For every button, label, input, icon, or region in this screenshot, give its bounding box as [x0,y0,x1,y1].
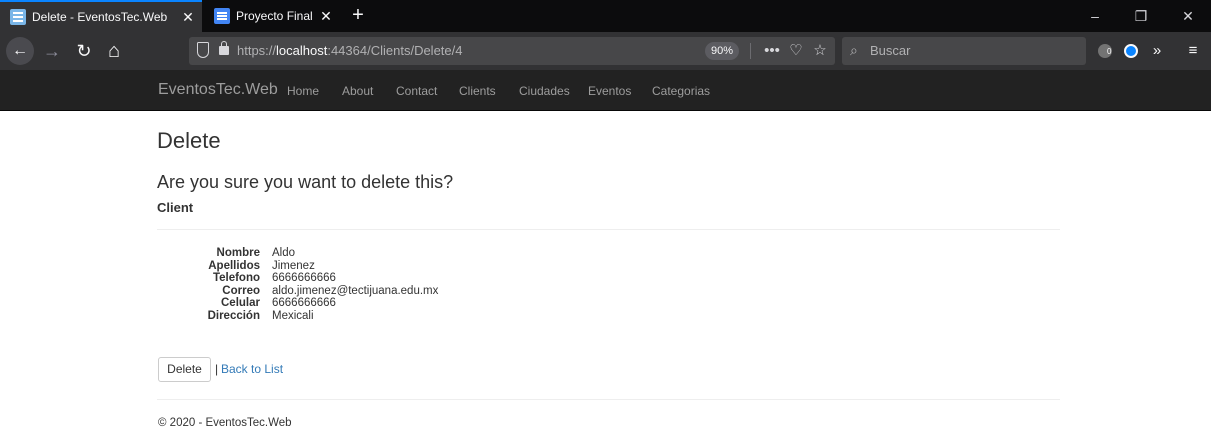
back-to-list-link[interactable]: Back to List [221,362,283,376]
extension-badge-icon: 0 [1098,44,1112,58]
detail-value: aldo.jimenez@tectijuana.edu.mx [272,284,439,297]
url-text[interactable]: https://localhost:44364/Clients/Delete/4 [237,43,463,58]
nav-clients[interactable]: Clients [459,84,496,98]
detail-value: Aldo [272,247,296,259]
bookmark-star-icon[interactable]: ☆ [809,40,831,62]
forward-button[interactable]: → [38,37,66,65]
search-bar[interactable]: ⌕ Buscar [842,37,1086,65]
extension-shield-icon[interactable] [1118,37,1144,65]
page-favicon-icon [10,9,26,25]
detail-label: Dirección [207,309,260,322]
detail-row-telefono: Telefono 6666666666 [157,272,657,285]
detail-row-nombre: Nombre Aldo [157,247,657,260]
entity-heading: Client [157,200,194,215]
nav-ciudades[interactable]: Ciudades [519,84,570,98]
pocket-icon[interactable]: ♡ [785,40,807,62]
nav-categorias[interactable]: Categorias [652,84,710,98]
footer-text: © 2020 - EventosTec.Web [158,417,292,429]
detail-value: 6666666666 [272,272,336,284]
site-brand[interactable]: EventosTec.Web [158,81,278,99]
nav-contact[interactable]: Contact [396,84,437,98]
tracking-protection-shield-icon[interactable] [197,42,209,58]
detail-label: Telefono [212,272,260,284]
nav-eventos[interactable]: Eventos [588,84,631,98]
google-forms-favicon-icon [214,8,230,24]
detail-value: Jimenez [272,259,315,272]
lock-icon[interactable] [219,41,229,55]
delete-button[interactable]: Delete [158,357,211,382]
divider [157,229,1060,230]
detail-label: Apellidos [208,259,260,272]
confirmation-question: Are you sure you want to delete this? [157,172,454,192]
reload-button[interactable]: ↻ [70,37,98,65]
tab-title: Proyecto Final Control de Reser [236,9,316,23]
tab-proyecto-final[interactable]: Proyecto Final Control de Reser ✕ [204,0,340,32]
detail-label: Correo [222,284,260,297]
detail-label: Celular [221,297,260,309]
detail-row-apellidos: Apellidos Jimenez [157,260,657,273]
detail-value: 6666666666 [272,297,336,309]
close-window-button[interactable]: ✕ [1165,0,1211,32]
page-actions-icon[interactable]: ••• [761,40,783,62]
tab-bar: Delete - EventosTec.Web ✕ Proyecto Final… [0,0,1211,32]
footer-divider [157,399,1060,400]
tab-title: Delete - EventosTec.Web [32,10,168,24]
detail-row-celular: Celular 6666666666 [157,297,657,310]
page-title: Delete [157,128,221,153]
restore-button[interactable]: ❐ [1118,0,1164,32]
tab-close-icon[interactable]: ✕ [178,9,198,26]
url-bar[interactable]: https://localhost:44364/Clients/Delete/4… [189,37,835,65]
tab-close-icon[interactable]: ✕ [316,8,336,25]
nav-about[interactable]: About [342,84,373,98]
tab-delete[interactable]: Delete - EventosTec.Web ✕ [0,0,202,32]
detail-label: Nombre [216,247,260,259]
search-icon: ⌕ [850,42,858,58]
back-button[interactable]: ← [6,37,34,65]
search-input[interactable]: Buscar [870,43,910,58]
new-tab-button[interactable]: + [346,4,370,28]
detail-row-direccion: Dirección Mexicali [157,310,657,323]
hamburger-menu-icon[interactable]: ≡ [1180,37,1206,65]
detail-value: Mexicali [272,309,314,322]
overflow-menu-icon[interactable]: » [1144,37,1170,65]
client-details: Nombre Aldo Apellidos Jimenez Telefono 6… [157,247,657,322]
extension-icon[interactable]: 0 [1092,37,1118,65]
home-button[interactable]: ⌂ [100,37,128,65]
url-separator [750,43,751,59]
zoom-level-badge[interactable]: 90% [705,42,739,60]
nav-home[interactable]: Home [287,84,319,98]
detail-row-correo: Correo aldo.jimenez@tectijuana.edu.mx [157,285,657,298]
separator: | [215,362,219,376]
minimize-button[interactable]: – [1072,0,1118,32]
